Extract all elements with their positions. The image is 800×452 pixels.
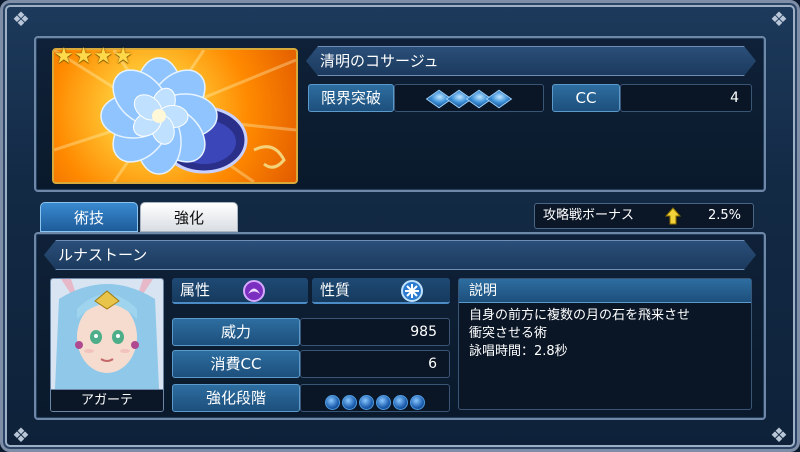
power-value: 985	[410, 324, 437, 340]
cost-label-box: 消費CC	[172, 350, 300, 378]
power-label-box: 威力	[172, 318, 300, 346]
skill-name: ルナストーン	[58, 246, 148, 264]
tab-skill-label: 術技	[73, 209, 104, 227]
star-icon: ★	[73, 44, 94, 69]
character-name-box: アガーテ	[51, 389, 163, 411]
cc-value-box: 4	[620, 84, 752, 112]
upgrade-slot-icon	[359, 394, 374, 410]
attribute-label: 属性	[180, 281, 211, 299]
tab-enhance-label: 強化	[173, 209, 204, 227]
nature-label-box: 性質	[312, 278, 450, 304]
limit-break-diamond-icon	[485, 89, 513, 109]
nature-label: 性質	[320, 281, 351, 299]
item-name: 清明のコサージュ	[320, 52, 439, 70]
description-line: 衝突させる術	[469, 326, 548, 341]
star-icon: ★	[113, 44, 133, 69]
power-label: 威力	[220, 323, 251, 341]
skill-name-bar: ルナストーン	[44, 240, 756, 270]
description-text: 自身の前方に複数の月の石を飛来させ 衝突させる術 詠唱時間：2.8秒	[459, 303, 751, 365]
up-arrow-icon	[664, 207, 682, 234]
cc-label: CC	[575, 89, 597, 107]
description-line: 詠唱時間：2.8秒	[469, 344, 568, 359]
bonus-label: 攻略戦ボーナス	[543, 208, 635, 223]
bonus-value: 2.5%	[707, 208, 741, 223]
item-name-bar: 清明のコサージュ	[306, 46, 756, 76]
upgrade-slot-icon	[376, 394, 391, 410]
cc-label-box: CC	[552, 84, 620, 112]
upgrade-label-box: 強化段階	[172, 384, 300, 412]
limit-break-value-box	[394, 84, 544, 112]
corner-ornament-top-right-icon: ❖	[770, 7, 788, 31]
cost-value-box: 6	[300, 350, 450, 378]
limit-break-label-box: 限界突破	[308, 84, 394, 112]
corner-ornament-top-left-icon: ❖	[12, 7, 30, 31]
upgrade-slot-icon	[342, 394, 357, 410]
corner-ornament-bottom-right-icon: ❖	[770, 423, 788, 447]
limit-break-label: 限界突破	[320, 89, 381, 107]
corsage-icon	[54, 50, 296, 182]
star-icon: ★	[93, 44, 114, 69]
description-box: 説明 自身の前方に複数の月の石を飛来させ 衝突させる術 詠唱時間：2.8秒	[458, 278, 752, 410]
upgrade-slot-icon	[325, 394, 340, 410]
description-label: 説明	[469, 283, 497, 299]
upgrade-slot-icon	[393, 394, 408, 410]
cc-value: 4	[730, 90, 739, 106]
dark-attribute-icon	[242, 279, 266, 310]
cost-value: 6	[428, 356, 437, 372]
character-avatar	[51, 279, 163, 389]
star-icon: ★	[54, 44, 74, 69]
upgrade-slot-icon	[410, 394, 425, 410]
rarity-stars: ★★★★	[54, 44, 133, 69]
upgrade-label: 強化段階	[205, 389, 266, 407]
corner-ornament-bottom-left-icon: ❖	[12, 423, 30, 447]
upgrade-value-box	[300, 384, 450, 412]
character-portrait[interactable]: アガーテ	[50, 278, 164, 412]
tab-skill[interactable]: 術技	[40, 202, 138, 232]
attribute-label-box: 属性	[172, 278, 308, 304]
bonus-box: 攻略戦ボーナス 2.5%	[534, 203, 754, 229]
cost-label: 消費CC	[210, 355, 262, 373]
character-name: アガーテ	[80, 393, 133, 408]
description-line: 自身の前方に複数の月の石を飛来させ	[469, 308, 691, 323]
tab-enhance[interactable]: 強化	[140, 202, 238, 232]
power-value-box: 985	[300, 318, 450, 346]
description-header: 説明	[459, 279, 751, 303]
burst-nature-icon	[400, 279, 424, 310]
